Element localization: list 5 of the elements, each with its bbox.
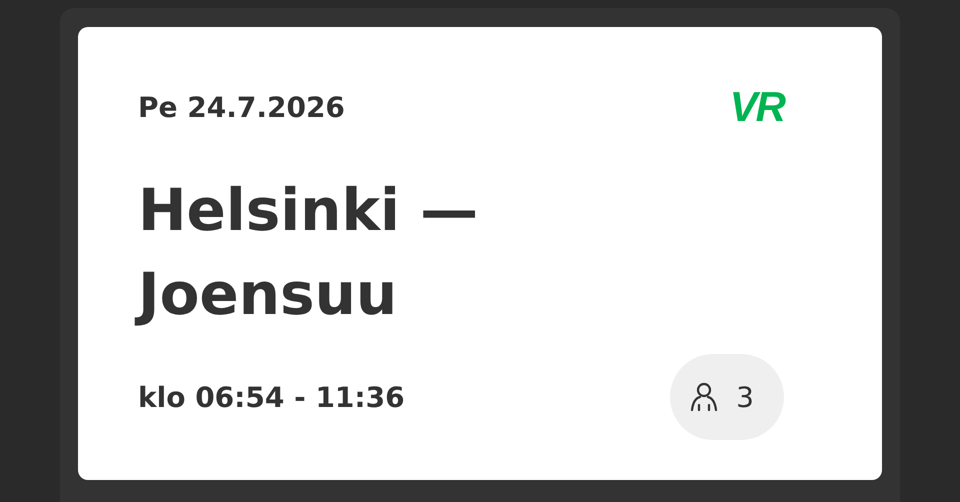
travel-time: klo 06:54 - 11:36 — [138, 380, 405, 414]
logo: VR — [730, 87, 784, 127]
travel-date: Pe 24.7.2026 — [138, 90, 345, 124]
person-icon — [690, 382, 718, 412]
passenger-count-button[interactable]: 3 — [670, 354, 784, 440]
